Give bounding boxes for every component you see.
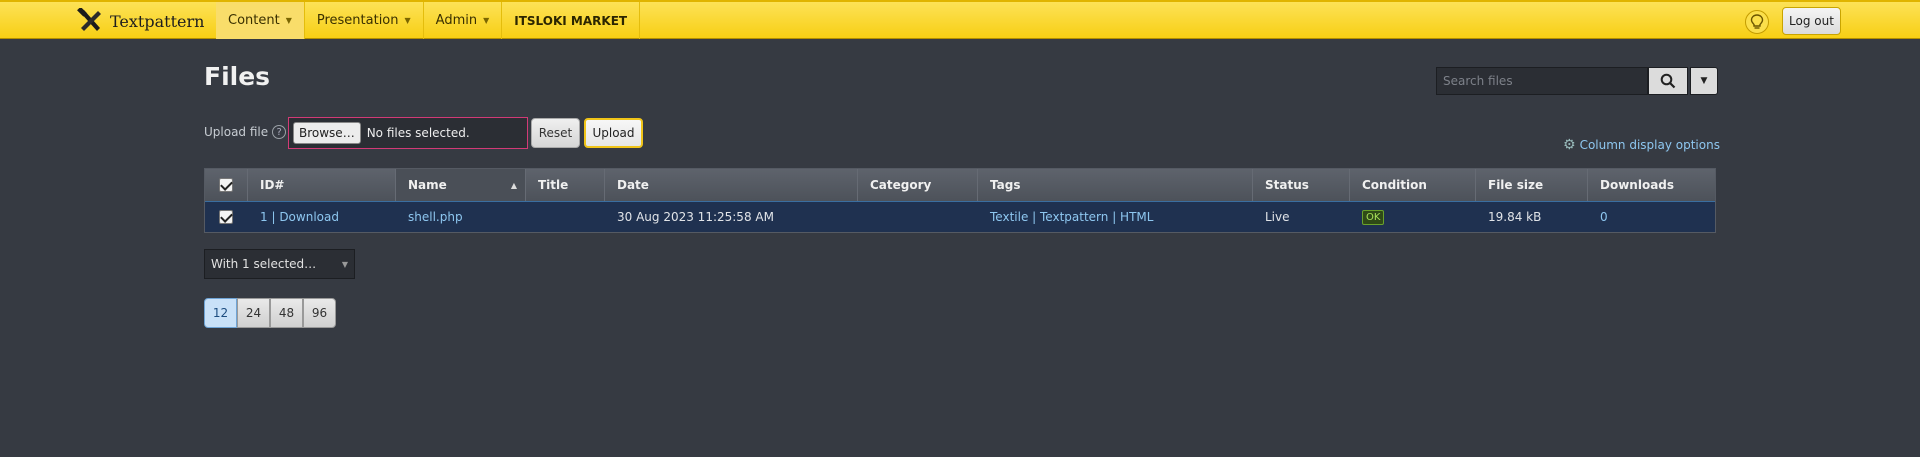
page-size-24[interactable]: 24 [237, 298, 270, 328]
status-badge: OK [1362, 209, 1385, 225]
tag-link[interactable]: Textpattern [1040, 210, 1108, 224]
cell-id: 1 | Download [248, 202, 396, 232]
column-display-options-link[interactable]: ⚙ Column display options [1563, 137, 1720, 153]
search-input[interactable] [1436, 67, 1648, 95]
search-options-button[interactable]: ▼ [1690, 67, 1718, 95]
tag-separator: | [1108, 210, 1121, 224]
file-name-link[interactable]: shell.php [408, 210, 463, 224]
upload-file-label: Upload file ? [204, 125, 287, 139]
chevron-down-icon: ▼ [341, 259, 348, 269]
chevron-down-icon: ▼ [483, 16, 490, 25]
chevron-down-icon: ▼ [404, 16, 411, 25]
page-size-96[interactable]: 96 [303, 298, 336, 328]
page-size-selector: 12 24 48 96 [204, 298, 336, 328]
search-icon [1660, 73, 1676, 89]
file-status-text: No files selected. [366, 126, 470, 140]
download-link[interactable]: Download [279, 210, 339, 224]
brand-name: Textpattern [110, 11, 205, 31]
nav-presentation-label: Presentation [316, 13, 399, 28]
page-size-48[interactable]: 48 [270, 298, 303, 328]
sort-ascending-icon: ▲ [510, 180, 517, 190]
cell-file-size: 19.84 kB [1488, 210, 1542, 224]
row-checkbox[interactable] [219, 210, 233, 224]
col-status[interactable]: Status [1253, 169, 1350, 201]
table-header: ID# Name ▲ Title Date Category Tags Stat… [205, 169, 1715, 201]
cell-category [858, 202, 978, 232]
col-title[interactable]: Title [526, 169, 605, 201]
col-name[interactable]: Name ▲ [396, 169, 526, 201]
downloads-count-link[interactable]: 0 [1600, 210, 1608, 224]
lightbulb-icon [1750, 14, 1764, 29]
files-table: ID# Name ▲ Title Date Category Tags Stat… [204, 168, 1716, 233]
cell-status: Live [1265, 210, 1290, 224]
file-input[interactable]: Browse… No files selected. [288, 117, 528, 149]
column-options-label: Column display options [1579, 138, 1720, 152]
col-condition[interactable]: Condition [1350, 169, 1476, 201]
nav-admin[interactable]: Admin ▼ [424, 2, 503, 39]
cell-downloads: 0 [1588, 202, 1715, 232]
tag-link[interactable]: Textile [990, 210, 1028, 224]
cell-name: shell.php [396, 202, 526, 232]
search-bar: ▼ [1436, 67, 1718, 95]
hammer-wrench-icon [77, 8, 101, 31]
col-tags[interactable]: Tags [978, 169, 1253, 201]
nav-content-label: Content [228, 13, 280, 28]
select-all-checkbox-cell [205, 169, 248, 201]
main-nav: Content ▼ Presentation ▼ Admin ▼ ITSLOKI… [216, 2, 641, 39]
chevron-down-icon: ▼ [1700, 76, 1708, 86]
col-name-label: Name [408, 178, 447, 192]
chevron-down-icon: ▼ [285, 16, 292, 25]
page-size-12[interactable]: 12 [204, 298, 237, 328]
top-bar: Textpattern Content ▼ Presentation ▼ Adm… [0, 0, 1920, 39]
nav-admin-label: Admin [435, 13, 478, 28]
col-id[interactable]: ID# [248, 169, 396, 201]
tag-link[interactable]: HTML [1120, 210, 1153, 224]
page-title: Files [204, 62, 271, 91]
logout-button[interactable]: Log out [1782, 7, 1841, 35]
tag-separator: | [1028, 210, 1040, 224]
brand-logo[interactable]: Textpattern [76, 8, 204, 34]
select-all-checkbox[interactable] [219, 178, 233, 192]
help-icon[interactable]: ? [272, 125, 287, 139]
col-category[interactable]: Category [858, 169, 978, 201]
cell-condition: OK [1350, 202, 1476, 232]
bulk-action-select[interactable]: With 1 selected… ▼ [204, 249, 355, 279]
table-row[interactable]: 1 | Download shell.php 30 Aug 2023 11:25… [205, 201, 1715, 232]
site-name-link[interactable]: ITSLOKI MARKET [502, 2, 641, 39]
nav-presentation[interactable]: Presentation ▼ [305, 2, 424, 39]
col-date[interactable]: Date [605, 169, 858, 201]
cell-date: 30 Aug 2023 11:25:58 AM [617, 210, 774, 224]
lightbulb-button[interactable] [1745, 10, 1769, 34]
search-button[interactable] [1648, 67, 1688, 95]
bulk-action-label: With 1 selected… [211, 257, 317, 271]
nav-content[interactable]: Content ▼ [216, 2, 305, 39]
cell-tags: Textile | Textpattern | HTML [978, 202, 1253, 232]
row-checkbox-cell [205, 202, 248, 232]
upload-button[interactable]: Upload [584, 118, 643, 148]
col-file-size[interactable]: File size [1476, 169, 1588, 201]
cell-title [526, 202, 605, 232]
id-separator: | [267, 210, 280, 224]
reset-button[interactable]: Reset [531, 118, 580, 148]
upload-label-text: Upload file [204, 125, 269, 139]
gear-icon: ⚙ [1563, 137, 1576, 153]
file-id-link[interactable]: 1 [260, 210, 268, 224]
browse-button[interactable]: Browse… [293, 122, 361, 144]
col-downloads[interactable]: Downloads [1588, 169, 1715, 201]
